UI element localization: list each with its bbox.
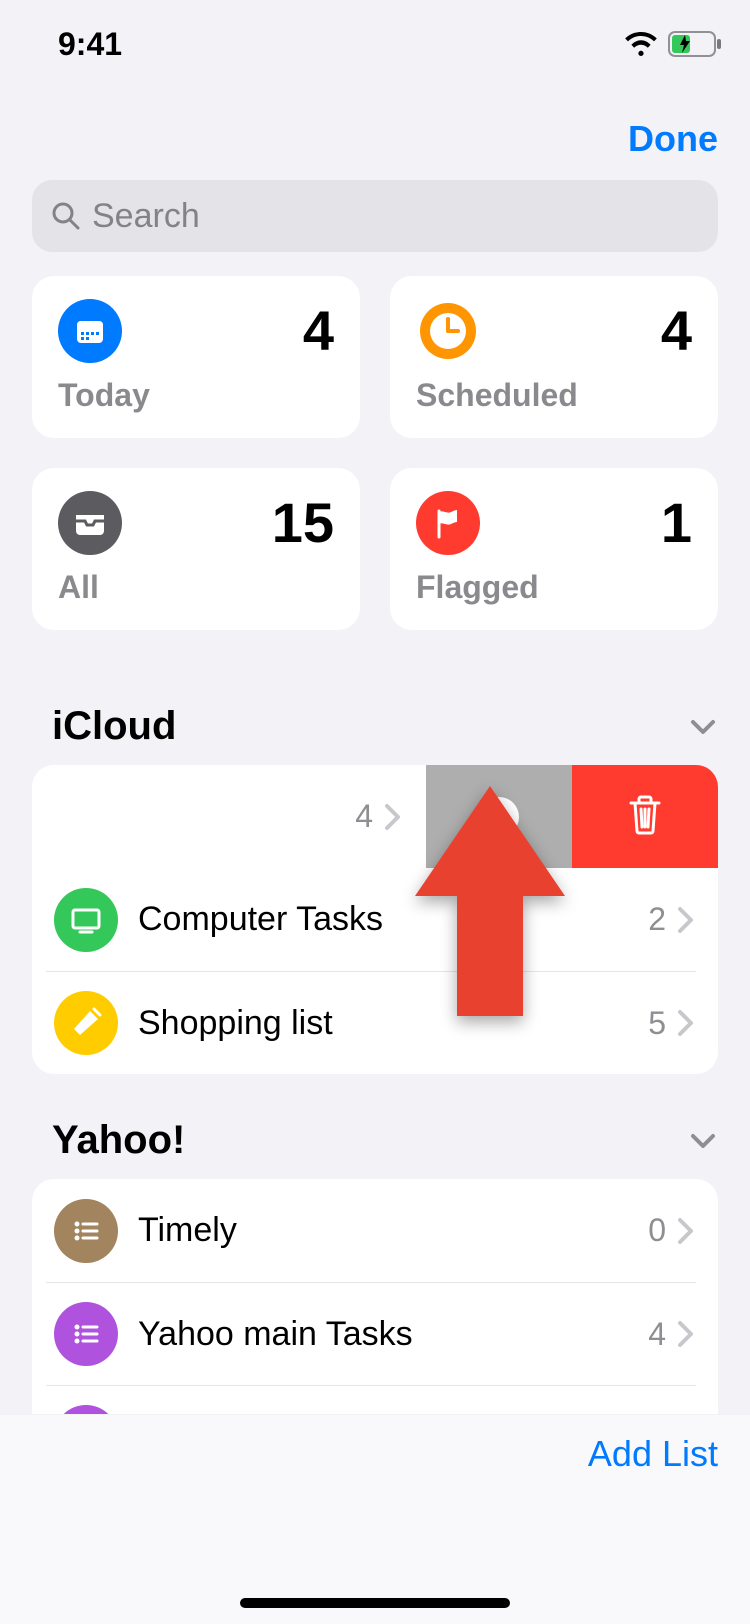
- flag-icon: [416, 491, 480, 555]
- battery-icon: [668, 31, 722, 57]
- list-row-swiped[interactable]: 4 i: [32, 765, 718, 868]
- calendar-icon: [58, 299, 122, 363]
- list-row-shopping-list[interactable]: Shopping list 5: [32, 971, 718, 1074]
- nav-bar: Done: [0, 88, 750, 180]
- card-today-count: 4: [303, 298, 334, 363]
- clock-icon: [416, 299, 480, 363]
- list-bullets-icon: [54, 1302, 118, 1366]
- list-count: 2: [648, 901, 666, 938]
- list-name: Timely: [138, 1211, 648, 1250]
- swiped-row-count: 4: [355, 798, 373, 835]
- bottom-toolbar: Add List: [0, 1414, 750, 1624]
- info-button[interactable]: i: [426, 765, 572, 868]
- card-today-label: Today: [58, 377, 334, 414]
- wifi-icon: [624, 31, 658, 57]
- card-today[interactable]: 4 Today: [32, 276, 360, 438]
- section-header-icloud[interactable]: iCloud: [0, 660, 750, 765]
- chevron-right-icon: [383, 802, 403, 832]
- section-title-icloud: iCloud: [52, 704, 176, 749]
- card-all-count: 15: [272, 490, 334, 555]
- list-count: 4: [648, 1316, 666, 1353]
- carrot-icon: [54, 991, 118, 1055]
- card-scheduled-count: 4: [661, 298, 692, 363]
- list-row-timely[interactable]: Timely 0: [32, 1179, 718, 1282]
- card-all[interactable]: 15 All: [32, 468, 360, 630]
- section-title-yahoo: Yahoo!: [52, 1118, 185, 1163]
- card-flagged[interactable]: 1 Flagged: [390, 468, 718, 630]
- list-group-icloud: 4 i Computer Tasks 2: [32, 765, 718, 1074]
- cards-grid: 4 Today 4 Scheduled 15 All 1 Flagged: [0, 276, 750, 660]
- chevron-down-icon: [688, 712, 718, 742]
- status-bar: 9:41: [0, 0, 750, 88]
- info-icon: i: [479, 797, 519, 837]
- chevron-right-icon: [676, 905, 696, 935]
- done-button[interactable]: Done: [628, 118, 718, 160]
- search-icon: [50, 200, 82, 232]
- monitor-icon: [54, 888, 118, 952]
- list-row-computer-tasks[interactable]: Computer Tasks 2: [32, 868, 718, 971]
- section-header-yahoo[interactable]: Yahoo!: [0, 1074, 750, 1179]
- list-count: 5: [648, 1005, 666, 1042]
- list-name: Computer Tasks: [138, 900, 648, 939]
- search-container: [0, 180, 750, 276]
- home-indicator[interactable]: [240, 1598, 510, 1608]
- list-name: Shopping list: [138, 1004, 648, 1043]
- list-row-yahoo-main-tasks[interactable]: Yahoo main Tasks 4: [32, 1282, 718, 1385]
- chevron-right-icon: [676, 1319, 696, 1349]
- chevron-down-icon: [688, 1126, 718, 1156]
- swiped-row-content: 4: [32, 765, 427, 868]
- card-flagged-count: 1: [661, 490, 692, 555]
- list-name: Yahoo main Tasks: [138, 1315, 648, 1354]
- card-scheduled[interactable]: 4 Scheduled: [390, 276, 718, 438]
- status-right: [624, 31, 722, 57]
- status-time: 9:41: [58, 26, 122, 63]
- list-bullets-icon: [54, 1199, 118, 1263]
- inbox-icon: [58, 491, 122, 555]
- search-field[interactable]: [32, 180, 718, 252]
- chevron-right-icon: [676, 1216, 696, 1246]
- delete-button[interactable]: [572, 765, 718, 868]
- list-count: 0: [648, 1212, 666, 1249]
- trash-icon: [625, 793, 665, 840]
- card-scheduled-label: Scheduled: [416, 377, 692, 414]
- swipe-actions: i: [426, 765, 718, 868]
- search-input[interactable]: [92, 197, 700, 236]
- chevron-right-icon: [676, 1008, 696, 1038]
- add-list-button[interactable]: Add List: [588, 1433, 718, 1475]
- card-all-label: All: [58, 569, 334, 606]
- card-flagged-label: Flagged: [416, 569, 692, 606]
